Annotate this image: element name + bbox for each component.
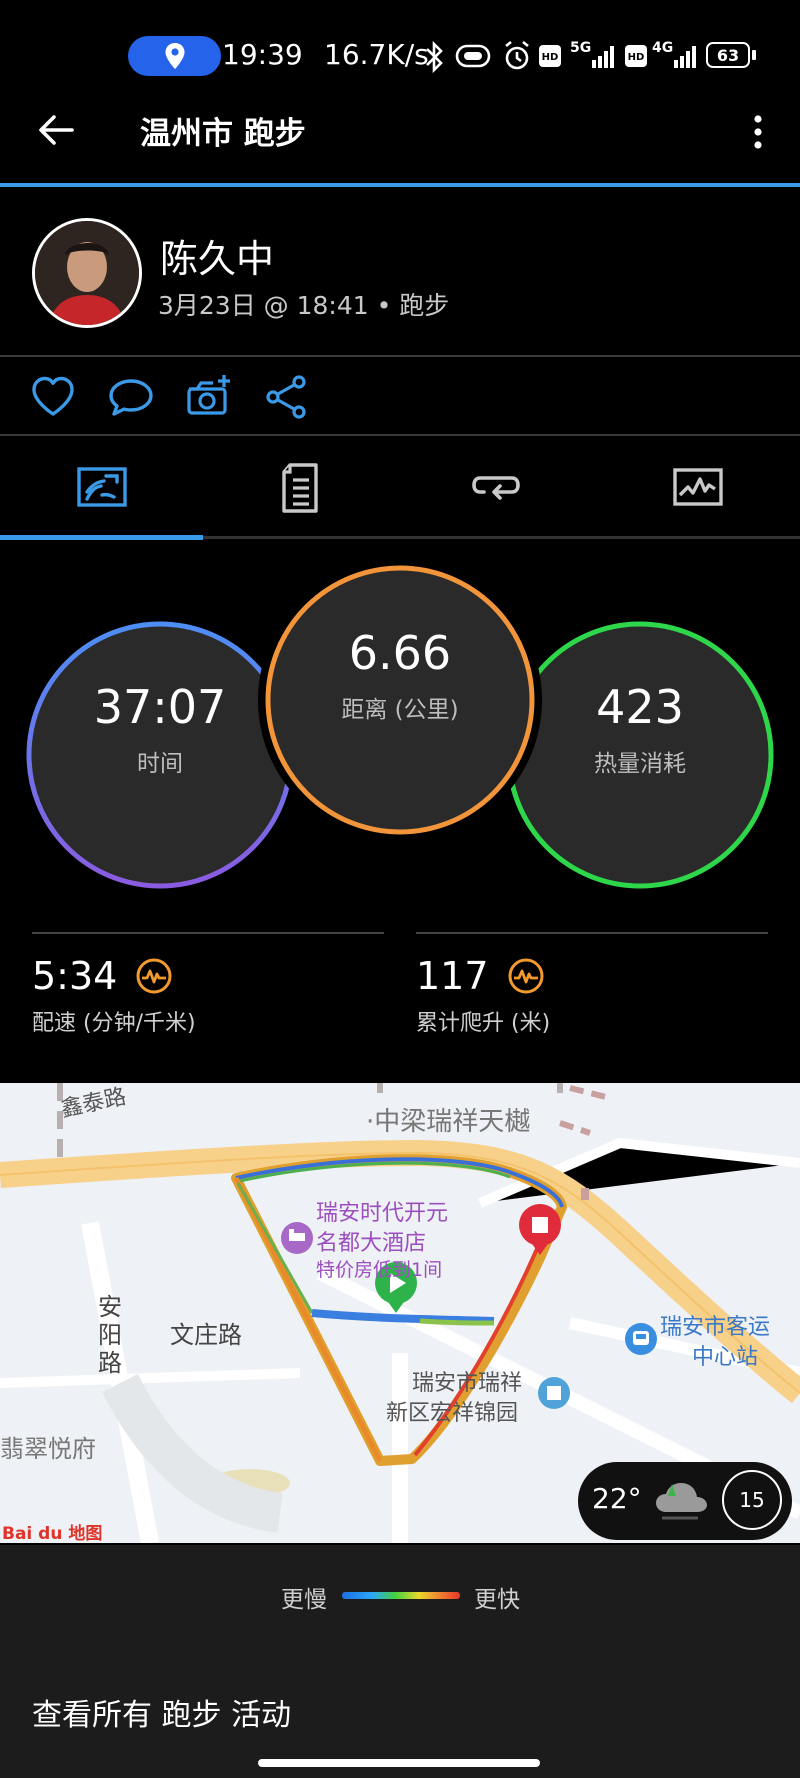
bluetooth-icon <box>426 40 443 74</box>
map-label-poi: 瑞安市瑞祥 <box>412 1371 523 1396</box>
divider <box>416 932 768 934</box>
pace-label: 配速 (分钟/千米) <box>32 1011 196 1036</box>
home-indicator[interactable] <box>258 1759 540 1767</box>
distance-stat: 6.66 距离 (公里) <box>270 626 530 724</box>
residence-poi-icon <box>538 1377 570 1409</box>
weather-temp: 22° <box>592 1482 642 1515</box>
avatar-photo <box>35 221 139 325</box>
signal-4g-icon <box>674 46 696 68</box>
tab-laps-icon[interactable] <box>470 462 522 514</box>
tab-details-icon[interactable] <box>276 462 328 514</box>
avatar[interactable] <box>32 218 142 328</box>
bottom-panel <box>0 1545 800 1778</box>
hotel-poi-icon <box>281 1222 313 1254</box>
map-label-station: 瑞安市客运 <box>660 1315 771 1340</box>
map-label-poi: 新区宏祥锦园 <box>386 1401 519 1426</box>
battery-level: 63 <box>716 45 740 65</box>
map-label-road: 文庄路 <box>170 1321 242 1349</box>
aqi-badge: 15 <box>722 1470 782 1530</box>
user-name[interactable]: 陈久中 <box>160 228 274 283</box>
pace-value: 5:34 <box>32 954 118 998</box>
map-label-station: 中心站 <box>692 1345 759 1370</box>
station-poi-icon <box>625 1323 657 1355</box>
pace-insight-icon[interactable] <box>135 957 173 995</box>
aqi-value: 15 <box>739 1488 765 1512</box>
climb-insight-icon[interactable] <box>507 957 545 995</box>
hd-icon: HD <box>539 45 561 67</box>
calories-value: 423 <box>596 680 684 734</box>
cloudy-weather-icon <box>656 1483 707 1520</box>
battery-icon: 63 <box>706 42 750 68</box>
back-arrow-icon[interactable] <box>36 110 76 150</box>
divider <box>0 434 800 436</box>
network-speed: 16.7K/s <box>324 38 429 71</box>
status-bar: 19:39 16.7K/s HD 5G HD 4G 63 <box>0 0 800 110</box>
map-label-road: 安阳路 <box>98 1293 122 1377</box>
climb-value: 117 <box>416 954 489 998</box>
activity-meta: 3月23日 @ 18:41 • 跑步 <box>158 291 450 320</box>
map-label-hotel: 瑞安时代开元 <box>316 1201 449 1226</box>
svg-text:HD: HD <box>542 52 559 63</box>
time-stat: 37:07 时间 <box>30 680 290 778</box>
climb-label: 累计爬升 (米) <box>416 1011 551 1036</box>
map-label-hotel: 名都大酒店 <box>316 1231 427 1256</box>
time-value: 37:07 <box>93 680 227 734</box>
divider <box>32 932 384 934</box>
calories-stat: 423 热量消耗 <box>510 680 770 778</box>
hd-icon-2: HD <box>625 45 647 67</box>
map-label-poi: ·中梁瑞祥天樾 <box>366 1107 531 1137</box>
tab-charts-icon[interactable] <box>672 462 724 514</box>
pace-metric[interactable]: 5:34 <box>32 954 173 998</box>
pace-color-legend <box>342 1592 460 1599</box>
legend-slow-label: 更慢 <box>281 1587 327 1613</box>
tab-overview-icon[interactable] <box>76 462 128 514</box>
map-provider-logo: Bai du 地图 <box>2 1524 103 1543</box>
time-label: 时间 <box>137 751 183 777</box>
add-photo-camera-icon[interactable] <box>184 372 234 422</box>
like-heart-icon[interactable] <box>28 372 78 422</box>
svg-text:HD: HD <box>628 52 645 63</box>
alarm-icon <box>505 40 529 70</box>
more-options-icon[interactable] <box>748 112 768 152</box>
clock: 19:39 <box>222 38 303 71</box>
share-icon[interactable] <box>262 372 312 422</box>
page-title: 温州市 跑步 <box>140 116 306 152</box>
battery-tip <box>752 50 756 60</box>
divider <box>0 355 800 357</box>
location-indicator <box>128 36 221 76</box>
map-label-hotel-promo: 特价房低到1间 <box>316 1259 443 1281</box>
signal-5g-icon <box>592 46 614 68</box>
climb-metric[interactable]: 117 <box>416 954 545 998</box>
route-map[interactable]: 鑫泰路 ·中梁瑞祥天樾 瑞安时代开元 名都大酒店 特价房低到1间 文庄路 安阳路… <box>0 1083 800 1543</box>
distance-label: 距离 (公里) <box>341 697 459 723</box>
legend-fast-label: 更快 <box>474 1587 520 1613</box>
map-label-poi: 翡翠悦府 <box>0 1435 96 1463</box>
header-accent-line <box>0 183 800 187</box>
distance-value: 6.66 <box>348 626 452 680</box>
tab-active-indicator <box>0 535 203 540</box>
calories-label: 热量消耗 <box>594 751 686 777</box>
nfc-icon <box>455 44 491 68</box>
weather-widget[interactable]: 22° 15 <box>578 1462 792 1540</box>
location-pin-icon <box>165 43 184 69</box>
view-all-activities-link[interactable]: 查看所有 跑步 活动 <box>32 1690 291 1734</box>
comment-bubble-icon[interactable] <box>106 372 156 422</box>
